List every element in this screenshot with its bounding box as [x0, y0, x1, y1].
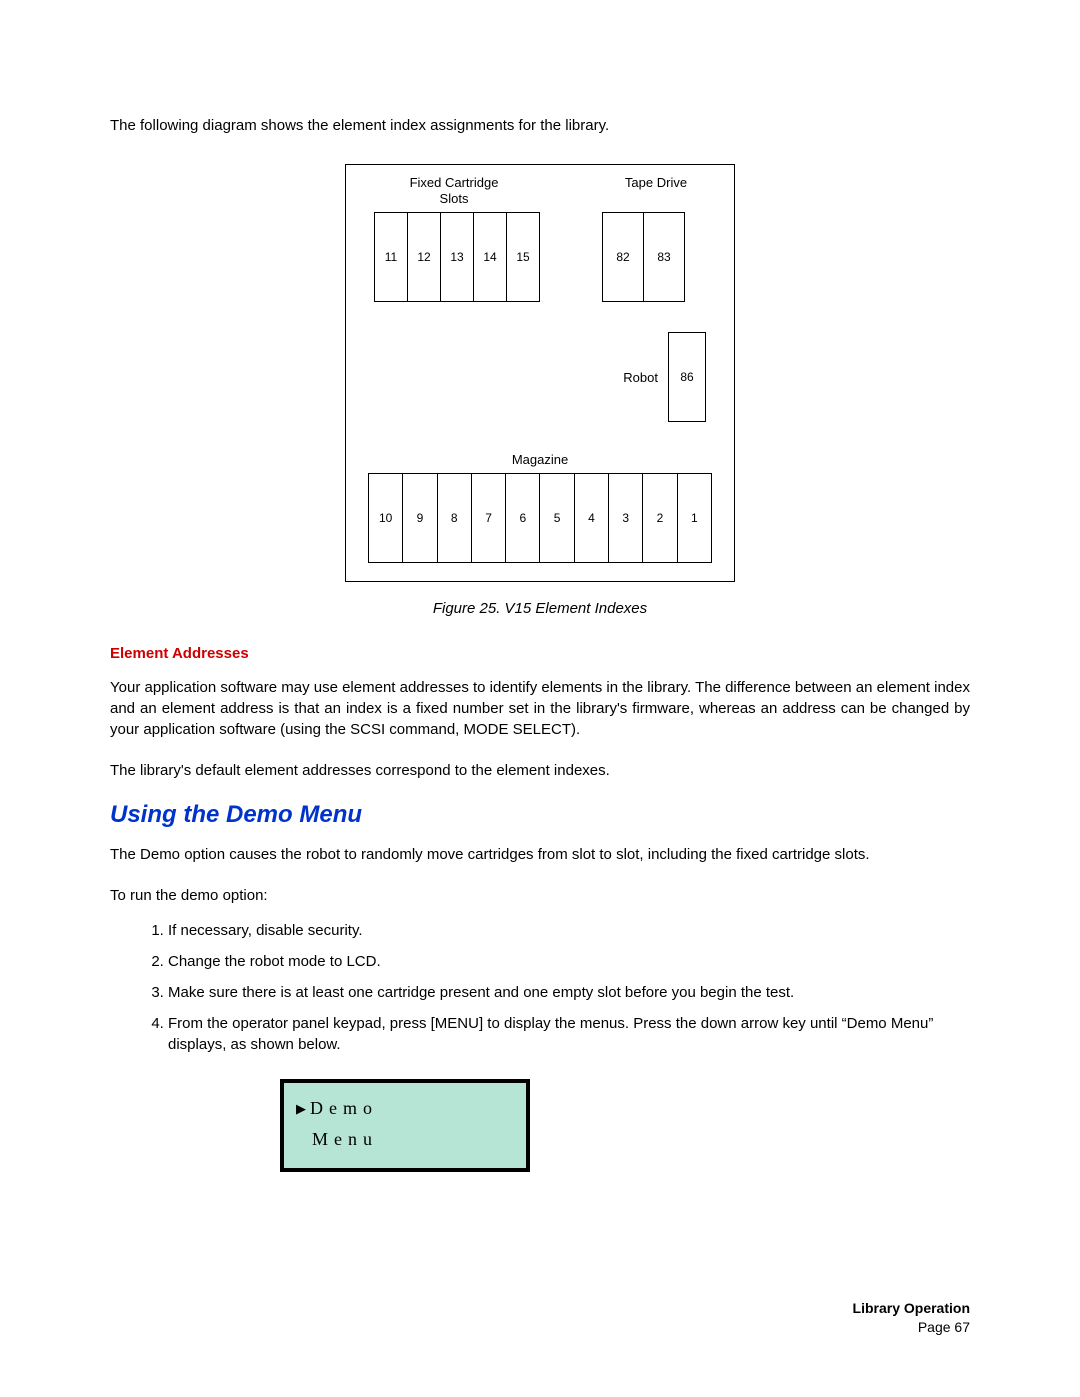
page-footer: Library Operation Page 67 — [853, 1299, 970, 1337]
slot-cell: 15 — [507, 213, 539, 301]
footer-chapter: Library Operation — [853, 1299, 970, 1318]
lcd-line-2: Menu — [296, 1124, 514, 1155]
lcd-line-1-text: Demo — [310, 1098, 378, 1118]
magazine-cell: 3 — [609, 474, 643, 562]
demo-step: From the operator panel keypad, press [M… — [168, 1013, 970, 1055]
slot-cell: 14 — [474, 213, 507, 301]
slot-cell: 12 — [408, 213, 441, 301]
robot-cell: 86 — [668, 332, 706, 422]
fixed-cartridge-label: Fixed Cartridge Slots — [364, 175, 544, 206]
element-addresses-heading: Element Addresses — [110, 645, 970, 662]
using-demo-menu-heading: Using the Demo Menu — [110, 801, 970, 829]
lcd-line-1: ▶Demo — [296, 1093, 514, 1124]
magazine-cell: 6 — [506, 474, 540, 562]
tape-cell: 83 — [644, 213, 684, 301]
intro-paragraph: The following diagram shows the element … — [110, 115, 970, 136]
magazine-cell: 8 — [438, 474, 472, 562]
document-page: The following diagram shows the element … — [0, 0, 1080, 1397]
magazine-label: Magazine — [364, 452, 716, 467]
arrow-right-icon: ▶ — [296, 1098, 306, 1120]
magazine-cell: 9 — [403, 474, 437, 562]
tape-drive-slots: 82 83 — [602, 212, 685, 302]
tape-drive-label: Tape Drive — [606, 175, 706, 206]
diagram-container: Fixed Cartridge Slots Tape Drive 11 12 1… — [110, 164, 970, 582]
figure-caption: Figure 25. V15 Element Indexes — [110, 600, 970, 617]
lcd-display: ▶Demo Menu — [280, 1079, 530, 1172]
magazine-cell: 2 — [643, 474, 677, 562]
robot-label: Robot — [623, 370, 658, 385]
element-addresses-paragraph-1: Your application software may use elemen… — [110, 677, 970, 740]
element-addresses-paragraph-2: The library's default element addresses … — [110, 760, 970, 781]
demo-steps-list: If necessary, disable security. Change t… — [110, 920, 970, 1055]
magazine-cell: 1 — [678, 474, 711, 562]
magazine-cell: 5 — [540, 474, 574, 562]
footer-page-number: Page 67 — [853, 1318, 970, 1337]
magazine-cell: 10 — [369, 474, 403, 562]
demo-paragraph-2: To run the demo option: — [110, 885, 970, 906]
slot-cell: 11 — [375, 213, 408, 301]
fixed-cartridge-slots: 11 12 13 14 15 — [374, 212, 540, 302]
tape-cell: 82 — [603, 213, 644, 301]
element-index-diagram: Fixed Cartridge Slots Tape Drive 11 12 1… — [345, 164, 735, 582]
lcd-display-container: ▶Demo Menu — [280, 1079, 970, 1172]
demo-step: If necessary, disable security. — [168, 920, 970, 941]
magazine-cell: 4 — [575, 474, 609, 562]
demo-paragraph-1: The Demo option causes the robot to rand… — [110, 844, 970, 865]
magazine-slots: 10 9 8 7 6 5 4 3 2 1 — [368, 473, 712, 563]
magazine-cell: 7 — [472, 474, 506, 562]
slot-cell: 13 — [441, 213, 474, 301]
demo-step: Change the robot mode to LCD. — [168, 951, 970, 972]
demo-step: Make sure there is at least one cartridg… — [168, 982, 970, 1003]
